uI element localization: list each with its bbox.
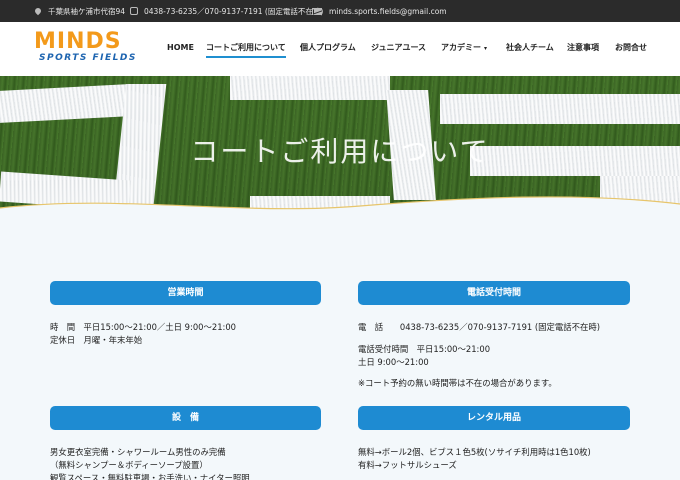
nav-contact[interactable]: お問合せ: [615, 42, 647, 58]
address-info: 千葉県袖ケ浦市代宿94: [33, 0, 126, 22]
site-header: MINDS SPORTS FIELDS HOME コートご利用について 個人プロ…: [0, 22, 680, 76]
closed-days-line: 定休日 月曜・年末年始: [50, 335, 143, 345]
chevron-down-icon: ▾: [484, 45, 488, 52]
email-text[interactable]: minds.sports.fields@gmail.com: [329, 7, 447, 16]
phone-number-line: 電 話 0438-73-6235／070-9137-7191 (固定電話不在時): [358, 322, 601, 332]
phone-icon: [130, 6, 139, 16]
field-line: [230, 76, 390, 100]
field-line: [0, 84, 131, 124]
nav-academy-label: アカデミー: [441, 43, 481, 52]
phone-reception-line: 電話受付時間 平日15:00〜21:00: [358, 344, 491, 354]
nav-home[interactable]: HOME: [167, 42, 194, 58]
nav-academy[interactable]: アカデミー ▾: [441, 42, 487, 58]
nav-junior[interactable]: ジュニアユース: [371, 42, 426, 58]
logo-main-text: MINDS: [34, 29, 122, 54]
address-text: 千葉県袖ケ浦市代宿94: [48, 6, 126, 16]
facilities-line: （無料シャンプー＆ボディーソープ設置）: [50, 460, 208, 470]
rental-line: 無料→ボール2個、ビブス１色5枚(ソサイチ利用時は1色10枚): [358, 447, 591, 457]
page-title: コートご利用について: [190, 135, 490, 168]
rental-heading: レンタル用品: [358, 406, 630, 430]
email-info[interactable]: minds.sports.fields@gmail.com: [312, 0, 447, 22]
nav-private[interactable]: 個人プログラム: [300, 42, 356, 58]
phone-note-line: ※コート予約の無い時間帯は不在の場合があります。: [358, 378, 557, 388]
facilities-line: 男女更衣室完備・シャワールーム男性のみ完備: [50, 447, 226, 457]
phone-info[interactable]: 0438-73-6235／070-9137-7191 (固定電話不在時): [130, 0, 323, 22]
facilities-heading: 設 備: [50, 406, 321, 430]
nav-notice[interactable]: 注意事項: [567, 42, 599, 58]
phone-hours-heading: 電話受付時間: [358, 281, 630, 305]
facilities-line: 観覧スペース・無料駐車場・お手洗い・ナイター照明: [50, 473, 250, 480]
site-logo[interactable]: MINDS SPORTS FIELDS: [34, 31, 138, 65]
field-line: [440, 94, 680, 124]
map-pin-icon: [33, 6, 43, 16]
nav-adult[interactable]: 社会人チーム: [506, 42, 554, 58]
mail-icon: [312, 7, 324, 16]
rental-line: 有料→フットサルシューズ: [358, 460, 457, 470]
top-info-bar: 千葉県袖ケ浦市代宿94 0438-73-6235／070-9137-7191 (…: [0, 0, 680, 22]
phone-weekend-line: 土日 9:00〜21:00: [358, 357, 429, 367]
phone-text[interactable]: 0438-73-6235／070-9137-7191 (固定電話不在時): [144, 6, 323, 17]
hero-wave-divider: [0, 196, 680, 230]
nav-court[interactable]: コートご利用について: [206, 42, 286, 58]
logo-sub-text: SPORTS FIELDS: [39, 53, 137, 63]
business-hours-line: 時 間 平日15:00〜21:00／土日 9:00〜21:00: [50, 322, 236, 332]
business-hours-heading: 営業時間: [50, 281, 321, 305]
